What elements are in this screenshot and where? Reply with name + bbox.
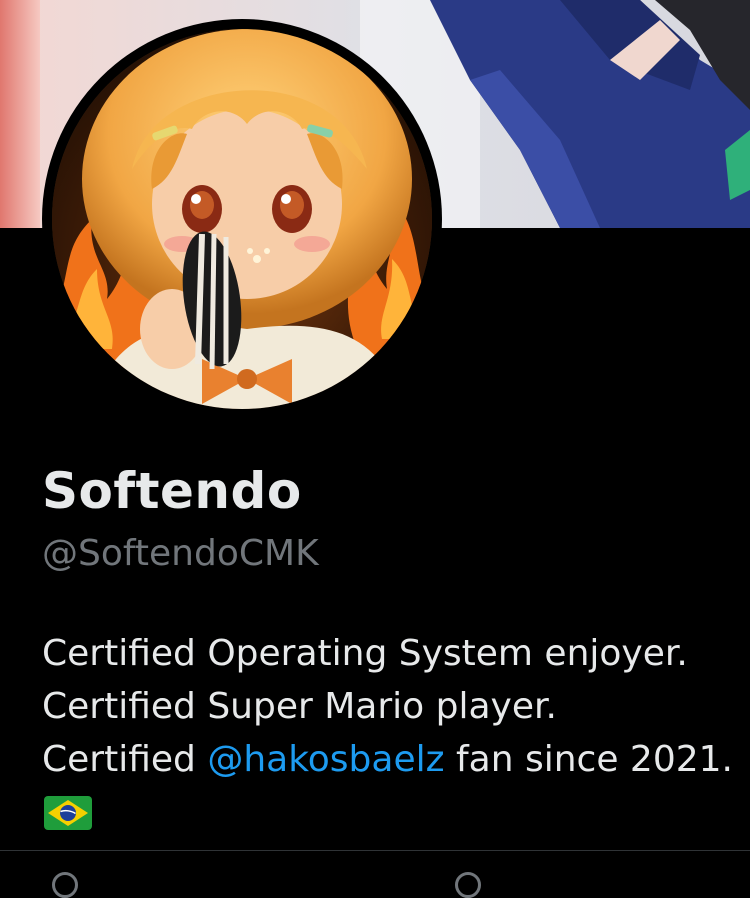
display-name: Softendo [42, 462, 302, 520]
user-handle: @SoftendoCMK [42, 533, 319, 574]
bio-line-3-suffix: fan since 2021. [444, 739, 733, 780]
mention-link[interactable]: @hakosbaelz [207, 739, 444, 780]
bio-line-3-prefix: Certified [42, 739, 208, 780]
bio-line-2: Certified Super Mario player. [42, 686, 557, 727]
section-divider [0, 850, 750, 851]
avatar-image [52, 29, 432, 409]
avatar[interactable] [42, 19, 442, 419]
brazil-flag-icon [44, 796, 92, 830]
bio-line-3: Certified @hakosbaelz fan since 2021. [42, 733, 742, 786]
profile-bio: Certified Operating System enjoyer. Cert… [42, 627, 742, 786]
calendar-icon [455, 872, 481, 898]
bio-line-1: Certified Operating System enjoyer. [42, 633, 688, 674]
location-icon [52, 872, 78, 898]
